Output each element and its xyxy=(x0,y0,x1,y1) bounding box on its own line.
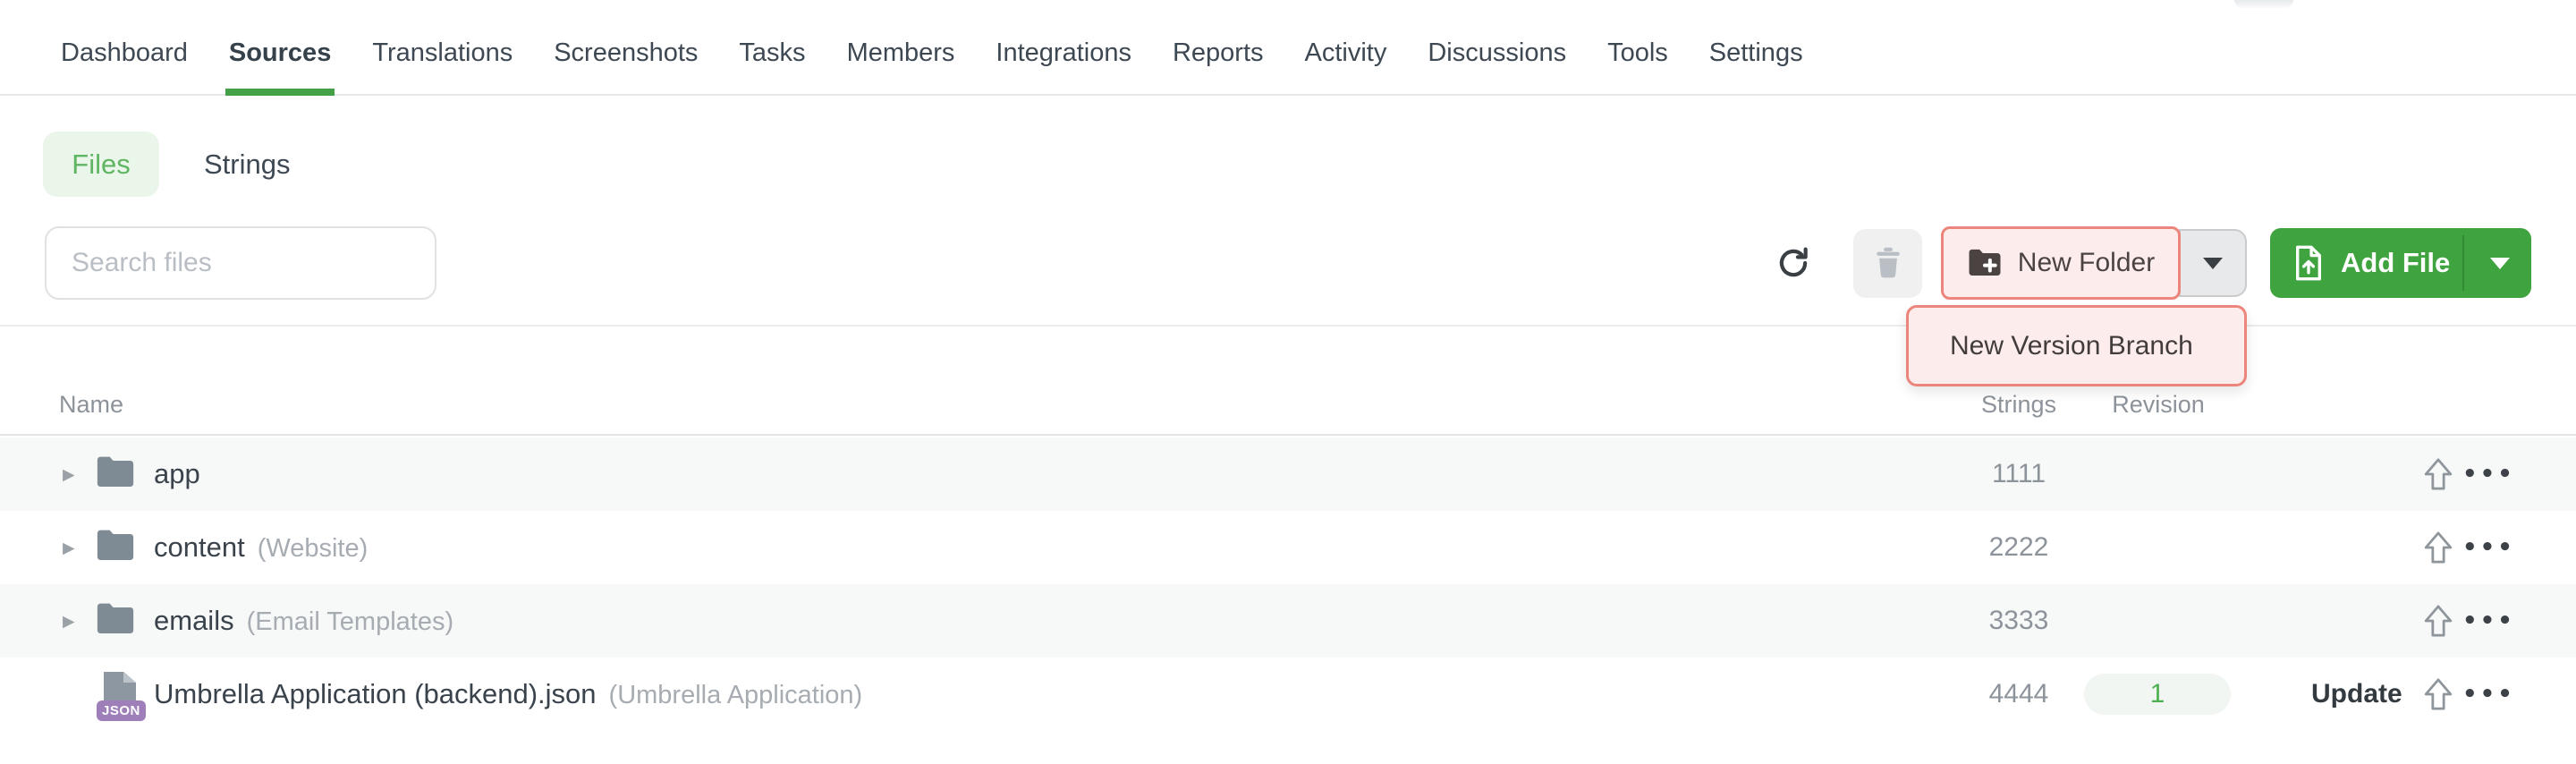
caret-down-icon xyxy=(2203,258,2223,269)
delete-button[interactable] xyxy=(1853,229,1922,298)
nav-item-reports[interactable]: Reports xyxy=(1173,0,1264,94)
trash-icon xyxy=(1873,245,1903,282)
folder-caption: (Website) xyxy=(258,534,369,563)
nav-item-dashboard[interactable]: Dashboard xyxy=(61,0,188,94)
update-link[interactable]: Update xyxy=(2311,679,2402,709)
nav-item-settings[interactable]: Settings xyxy=(1709,0,1803,94)
file-upload-icon xyxy=(2293,245,2324,284)
folder-caption: (Email Templates) xyxy=(247,607,454,636)
nav-item-sources[interactable]: Sources xyxy=(229,0,331,94)
files-table-header: Name Strings Revision xyxy=(0,380,2576,436)
chevron-right-icon[interactable]: ▸ xyxy=(63,461,75,488)
nav-item-discussions[interactable]: Discussions xyxy=(1428,0,1566,94)
nav-item-activity[interactable]: Activity xyxy=(1305,0,1387,94)
caret-down-icon xyxy=(2490,258,2510,269)
row-menu-button[interactable]: ••• xyxy=(2462,681,2509,708)
sources-files-page: Dashboard Sources Translations Screensho… xyxy=(0,0,2576,764)
folder-icon xyxy=(95,528,136,568)
revision-badge: 1 xyxy=(2084,674,2231,715)
refresh-button[interactable] xyxy=(1771,242,1816,286)
column-header-revision: Revision xyxy=(2069,391,2248,419)
nav-item-tasks[interactable]: Tasks xyxy=(739,0,805,94)
folder-plus-icon xyxy=(1967,247,2003,280)
files-toolbar: New Folder Add File New Version Branch xyxy=(0,226,2576,300)
row-menu-button[interactable]: ••• xyxy=(2462,607,2509,634)
tab-strings[interactable]: Strings xyxy=(204,149,290,181)
json-file-icon: JSON xyxy=(98,672,143,717)
button-separator xyxy=(2462,235,2464,291)
nav-item-integrations[interactable]: Integrations xyxy=(996,0,1131,94)
upload-translations-button[interactable] xyxy=(2419,530,2458,565)
search-input[interactable] xyxy=(45,226,436,300)
strings-count: 2222 xyxy=(1929,532,2108,563)
add-file-button[interactable]: Add File xyxy=(2270,228,2531,298)
tab-files[interactable]: Files xyxy=(43,132,159,197)
upload-translations-button[interactable] xyxy=(2419,603,2458,639)
new-folder-dropdown-toggle[interactable] xyxy=(2179,229,2247,297)
folder-name-link[interactable]: app xyxy=(154,458,200,489)
nav-item-screenshots[interactable]: Screenshots xyxy=(554,0,698,94)
nav-item-tools[interactable]: Tools xyxy=(1607,0,1668,94)
column-header-name: Name xyxy=(59,391,123,419)
nav-item-translations[interactable]: Translations xyxy=(372,0,513,94)
file-name-cell: content (Website) xyxy=(154,531,368,564)
strings-count: 3333 xyxy=(1929,606,2108,636)
view-toggle: Files Strings xyxy=(43,132,290,197)
file-name-cell: emails (Email Templates) xyxy=(154,605,453,637)
upload-translations-button[interactable] xyxy=(2419,456,2458,492)
strings-count: 4444 xyxy=(1929,679,2108,709)
json-badge: JSON xyxy=(97,700,146,721)
file-caption: (Umbrella Application) xyxy=(609,681,863,709)
table-row-emails[interactable]: ▸ emails (Email Templates) 3333 ••• xyxy=(0,584,2576,658)
table-row-app[interactable]: ▸ app 1111 ••• xyxy=(0,437,2576,511)
project-nav: Dashboard Sources Translations Screensho… xyxy=(0,0,2576,96)
upload-translations-button[interactable] xyxy=(2419,676,2458,712)
folder-name-link[interactable]: emails xyxy=(154,605,234,636)
chevron-right-icon[interactable]: ▸ xyxy=(63,607,75,635)
file-name-cell: app xyxy=(154,458,200,490)
row-menu-button[interactable]: ••• xyxy=(2462,534,2509,561)
add-file-label: Add File xyxy=(2341,228,2450,298)
strings-count: 1111 xyxy=(1929,459,2108,489)
table-row-umbrella-json[interactable]: JSON Umbrella Application (backend).json… xyxy=(0,658,2576,731)
revision-value: 1 xyxy=(2150,679,2165,709)
new-folder-label: New Folder xyxy=(2018,248,2155,278)
folder-icon xyxy=(95,454,136,495)
table-row-content[interactable]: ▸ content (Website) 2222 ••• xyxy=(0,511,2576,584)
folder-name-link[interactable]: content xyxy=(154,531,245,563)
file-name-cell: Umbrella Application (backend).json (Umbr… xyxy=(154,678,862,710)
chevron-right-icon[interactable]: ▸ xyxy=(63,534,75,562)
refresh-icon xyxy=(1775,244,1812,284)
file-name-link[interactable]: Umbrella Application (backend).json xyxy=(154,678,597,709)
new-folder-button[interactable]: New Folder xyxy=(1941,226,2181,300)
menu-item-new-version-branch[interactable]: New Version Branch xyxy=(1906,305,2247,386)
row-menu-button[interactable]: ••• xyxy=(2462,461,2509,488)
files-table: ▸ app 1111 ••• ▸ xyxy=(0,437,2576,731)
nav-item-members[interactable]: Members xyxy=(847,0,955,94)
folder-icon xyxy=(95,601,136,641)
